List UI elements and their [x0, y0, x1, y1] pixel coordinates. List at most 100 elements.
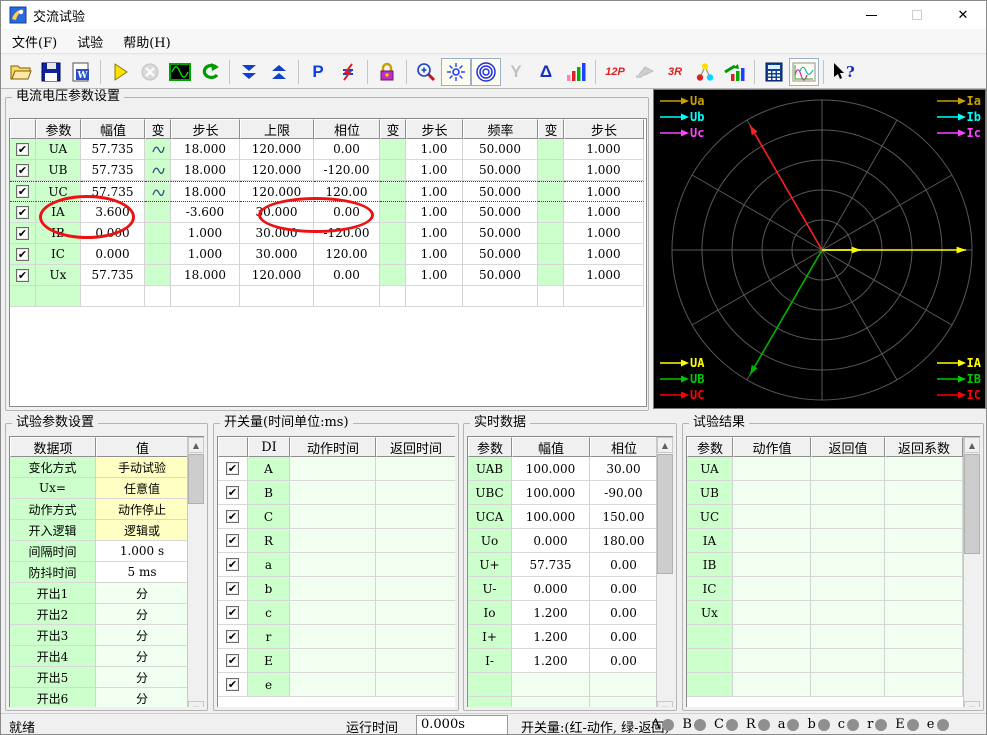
row-checkbox[interactable]: ✔	[226, 486, 239, 499]
cell-amplitude[interactable]: 0.000	[81, 244, 145, 265]
sw-action-time[interactable]	[290, 457, 376, 481]
scroll-up-arrow[interactable]: ▲	[657, 437, 673, 453]
vector-group-button[interactable]	[690, 58, 720, 86]
cell-vary-amp[interactable]	[145, 160, 171, 181]
tp-item-value[interactable]: 动作停止	[96, 499, 189, 520]
cell-step-phase[interactable]: 1.00	[406, 139, 463, 160]
cell-phase[interactable]: 120.00	[314, 181, 380, 202]
row-checkbox[interactable]: ✔	[16, 268, 29, 282]
menu-item-2[interactable]: 帮助(H)	[114, 29, 179, 54]
cell-step-phase[interactable]: 1.00	[406, 223, 463, 244]
cell-vary-phase[interactable]	[380, 223, 406, 244]
sw-return-time[interactable]	[376, 625, 455, 649]
cell-amplitude[interactable]: 57.735	[81, 139, 145, 160]
sw-action-time[interactable]	[290, 481, 376, 505]
row-checkbox[interactable]: ✔	[226, 582, 239, 595]
delta-mode-button[interactable]: Δ	[531, 58, 561, 86]
scroll-up-arrow[interactable]: ▲	[188, 437, 204, 453]
manual-output-button[interactable]	[441, 57, 471, 86]
cell-vary-amp[interactable]	[145, 139, 171, 160]
cell-vary-freq[interactable]	[538, 202, 564, 223]
sw-return-time[interactable]	[376, 505, 455, 529]
cell-enable[interactable]: ✔	[10, 265, 36, 286]
cell-enable[interactable]: ✔	[10, 139, 36, 160]
row-checkbox[interactable]: ✔	[226, 606, 239, 619]
sw-return-time[interactable]	[376, 457, 455, 481]
sw-return-time[interactable]	[376, 673, 455, 697]
cell-limit[interactable]: 120.000	[240, 181, 314, 202]
trend-button[interactable]	[720, 58, 750, 86]
cell-vary-phase[interactable]	[380, 139, 406, 160]
sw-action-time[interactable]	[290, 625, 376, 649]
row-checkbox[interactable]: ✔	[16, 185, 29, 198]
sw-return-time[interactable]	[376, 601, 455, 625]
row-checkbox[interactable]: ✔	[226, 462, 239, 475]
cell-frequency[interactable]: 50.000	[463, 223, 538, 244]
uv-waveform-button[interactable]	[789, 57, 819, 86]
tp-item-value[interactable]: 逻辑或	[96, 520, 189, 541]
vertical-scrollbar[interactable]: ▲▼	[963, 437, 980, 707]
row-checkbox[interactable]: ✔	[226, 534, 239, 547]
row-checkbox[interactable]: ✔	[226, 678, 239, 691]
cell-step-amp[interactable]: 18.000	[171, 181, 240, 202]
cell-limit[interactable]: 120.000	[240, 160, 314, 181]
cell-step-amp[interactable]: 18.000	[171, 265, 240, 286]
harmonics-button[interactable]	[561, 58, 591, 86]
tp-item-value[interactable]: 1.000 s	[96, 541, 189, 562]
cell-vary-amp[interactable]	[145, 181, 171, 202]
step-down-button[interactable]	[234, 58, 264, 86]
sw-return-time[interactable]	[376, 577, 455, 601]
phase-flag-button[interactable]: P	[303, 58, 333, 86]
sw-enable[interactable]: ✔	[218, 577, 248, 601]
cell-vary-amp[interactable]	[145, 223, 171, 244]
tp-item-value[interactable]: 任意值	[96, 478, 189, 499]
sw-enable[interactable]: ✔	[218, 481, 248, 505]
cell-vary-phase[interactable]	[380, 160, 406, 181]
cell-amplitude[interactable]: 57.735	[81, 265, 145, 286]
cell-vary-freq[interactable]	[538, 181, 564, 202]
sw-enable[interactable]: ✔	[218, 457, 248, 481]
zoom-button[interactable]	[411, 58, 441, 86]
tp-item-value[interactable]: 手动试验	[96, 457, 189, 478]
sw-return-time[interactable]	[376, 649, 455, 673]
cell-enable[interactable]: ✔	[10, 202, 36, 223]
cell-frequency[interactable]: 50.000	[463, 160, 538, 181]
waveform-view-button[interactable]	[165, 58, 195, 86]
cell-phase[interactable]: -120.00	[314, 223, 380, 244]
cell-step-amp[interactable]: 1.000	[171, 223, 240, 244]
row-checkbox[interactable]: ✔	[226, 510, 239, 523]
scroll-down-arrow[interactable]: ▼	[964, 701, 980, 707]
cell-step-amp[interactable]: 1.000	[171, 244, 240, 265]
sw-return-time[interactable]	[376, 529, 455, 553]
cell-step-phase[interactable]: 1.00	[406, 181, 463, 202]
cell-phase[interactable]: 0.00	[314, 265, 380, 286]
cell-vary-phase[interactable]	[380, 181, 406, 202]
cell-vary-freq[interactable]	[538, 160, 564, 181]
twelve-phase-button[interactable]: 12P	[600, 58, 630, 86]
cell-enable[interactable]: ✔	[10, 181, 36, 202]
sw-action-time[interactable]	[290, 601, 376, 625]
cell-vary-phase[interactable]	[380, 265, 406, 286]
tp-item-value[interactable]: 分	[96, 583, 189, 604]
row-checkbox[interactable]: ✔	[16, 247, 29, 261]
maximize-button[interactable]	[894, 1, 940, 29]
sw-action-time[interactable]	[290, 505, 376, 529]
cell-limit[interactable]: 30.000	[240, 244, 314, 265]
cell-step-freq[interactable]: 1.000	[564, 160, 644, 181]
sw-action-time[interactable]	[290, 577, 376, 601]
sw-enable[interactable]: ✔	[218, 625, 248, 649]
cell-step-freq[interactable]: 1.000	[564, 202, 644, 223]
tp-item-value[interactable]: 分	[96, 667, 189, 688]
vertical-scrollbar[interactable]: ▲▼	[656, 437, 673, 707]
cell-amplitude[interactable]: 57.735	[81, 160, 145, 181]
cell-step-phase[interactable]: 1.00	[406, 244, 463, 265]
menu-item-0[interactable]: 文件(F)	[3, 29, 66, 54]
cell-limit[interactable]: 30.000	[240, 223, 314, 244]
row-checkbox[interactable]: ✔	[16, 226, 29, 240]
sw-return-time[interactable]	[376, 553, 455, 577]
cell-vary-amp[interactable]	[145, 202, 171, 223]
scroll-down-arrow[interactable]: ▼	[188, 701, 204, 707]
cell-vary-amp[interactable]	[145, 265, 171, 286]
sw-return-time[interactable]	[376, 481, 455, 505]
sw-enable[interactable]: ✔	[218, 673, 248, 697]
